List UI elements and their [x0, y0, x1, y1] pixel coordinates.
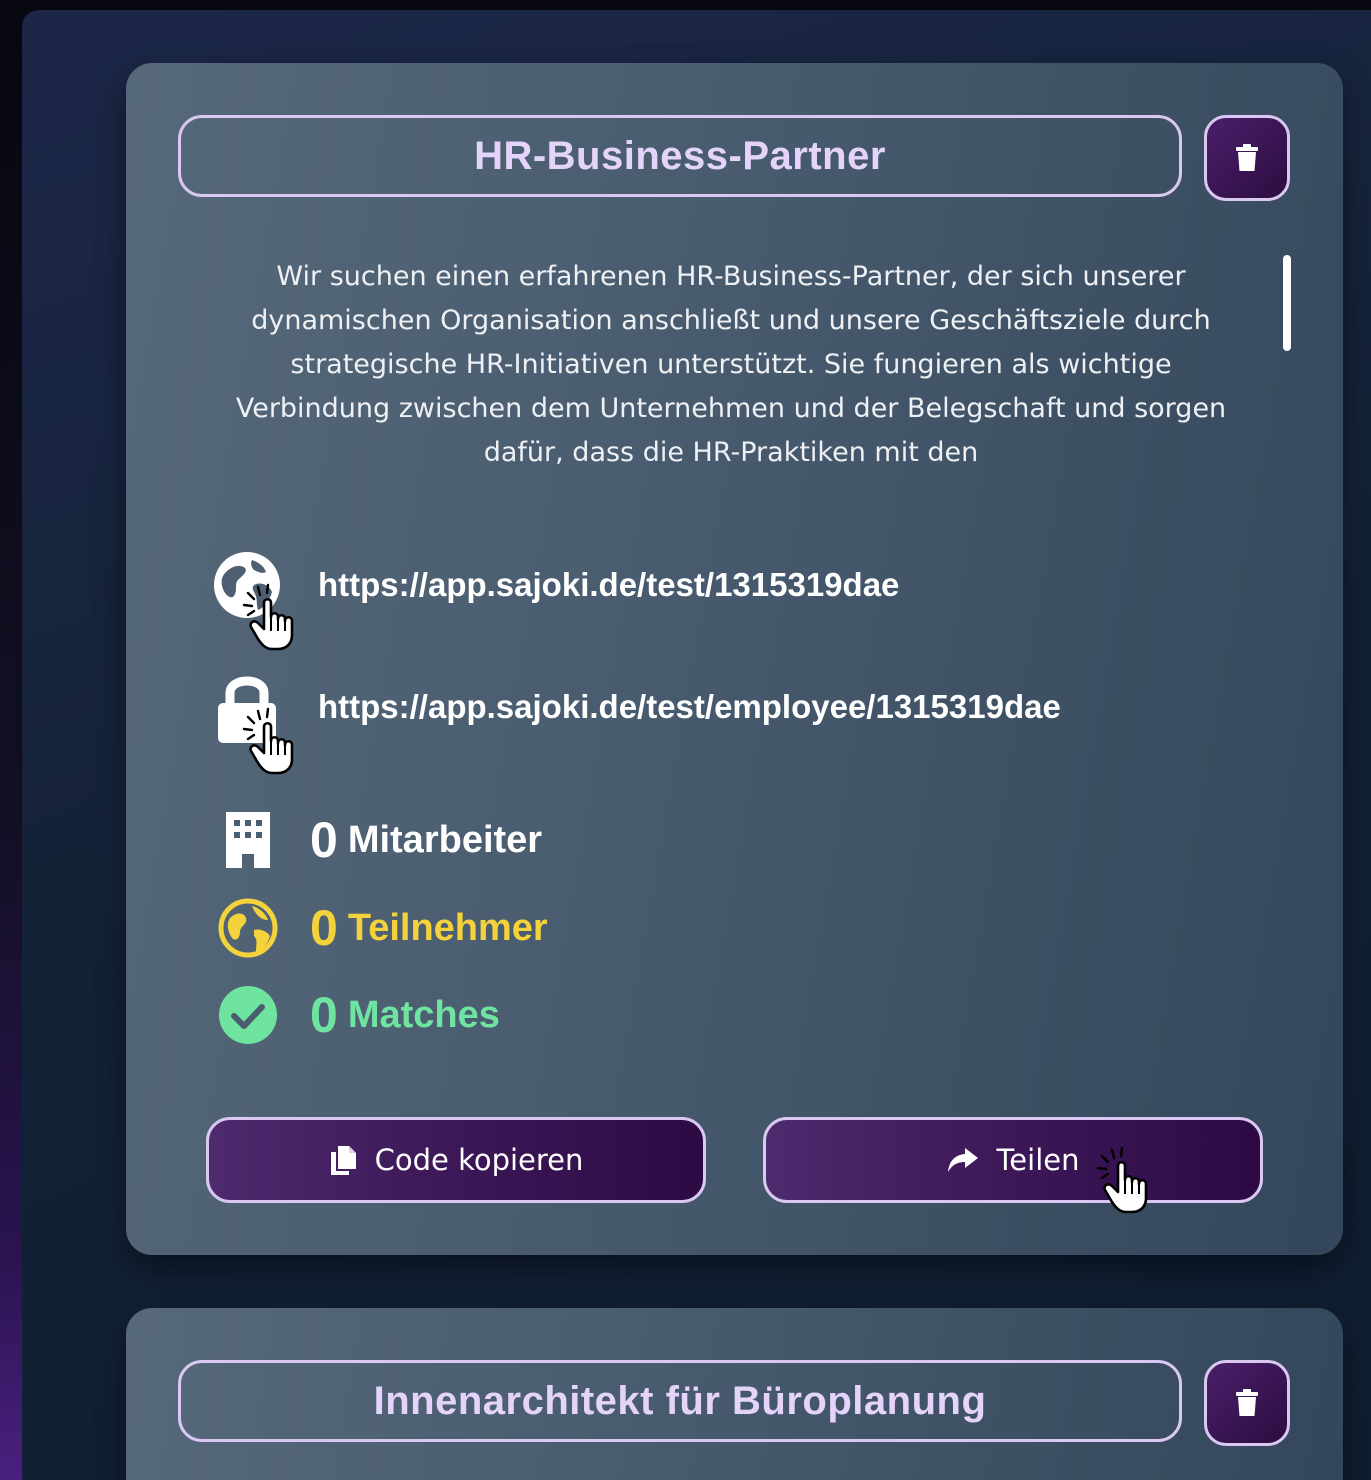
globe-icon-button[interactable] [212, 545, 294, 651]
job-card: Innenarchitekt für Büroplanung [126, 1308, 1343, 1480]
lock-icon [218, 676, 276, 743]
matches-label: Matches [347, 993, 500, 1036]
participants-label: Teilnehmer [347, 906, 548, 949]
copy-icon [329, 1144, 357, 1176]
trash-icon [1236, 1389, 1258, 1416]
employees-label: Mitarbeiter [347, 818, 543, 861]
participants-stat: 0 Teilnehmer [216, 893, 548, 963]
job-title[interactable]: HR-Business-Partner [178, 115, 1182, 197]
job-card: HR-Business-Partner Wir suchen einen erf… [126, 63, 1343, 1255]
copy-code-label: Code kopieren [374, 1143, 584, 1177]
participants-count: 0 [310, 900, 338, 956]
public-link-row[interactable]: https://app.sajoki.de/test/1315319dae [212, 545, 899, 651]
employees-stat: 0 Mitarbeiter [216, 805, 542, 875]
building-icon [216, 808, 280, 872]
share-icon [947, 1146, 979, 1174]
employees-count: 0 [310, 812, 338, 868]
trash-icon [1236, 144, 1258, 171]
globe-filled-icon [216, 896, 280, 960]
copy-code-button[interactable]: Code kopieren [206, 1117, 706, 1203]
job-title[interactable]: Innenarchitekt für Büroplanung [178, 1360, 1182, 1442]
delete-button[interactable] [1204, 115, 1290, 201]
share-label: Teilen [996, 1143, 1080, 1177]
globe-icon [214, 552, 280, 618]
matches-count: 0 [310, 987, 338, 1043]
lock-icon-button[interactable] [212, 667, 294, 775]
delete-button[interactable] [1204, 1360, 1290, 1446]
employee-link-row[interactable]: https://app.sajoki.de/test/employee/1315… [212, 667, 1061, 775]
hand-pointer-icon [1096, 1146, 1148, 1214]
matches-stat: 0 Matches [216, 980, 500, 1050]
check-circle-icon [216, 983, 280, 1047]
job-description: Wir suchen einen erfahrenen HR-Business-… [235, 261, 1227, 468]
public-link[interactable]: https://app.sajoki.de/test/1315319dae [318, 566, 899, 604]
employee-link[interactable]: https://app.sajoki.de/test/employee/1315… [318, 688, 1061, 726]
share-button[interactable]: Teilen [763, 1117, 1263, 1214]
description-scrollbar[interactable] [1283, 255, 1291, 351]
